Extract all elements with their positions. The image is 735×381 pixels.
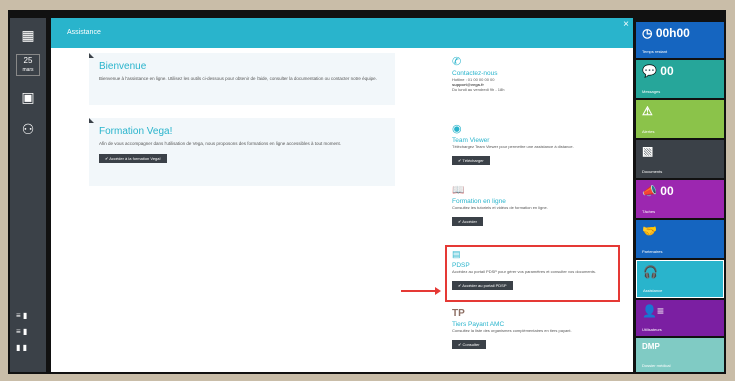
partners-label: Partenaires (642, 249, 663, 254)
alerts-label: Alertes (642, 129, 655, 134)
formation-button-label: Accéder à la formation Vega! (109, 156, 161, 161)
alert-icon: ⚠ (642, 104, 653, 118)
contact-hours: Du lundi au vendredi 9h - 18h (452, 87, 505, 92)
tile-documents[interactable]: ▧ Documents (636, 140, 724, 178)
tiers-payant-button[interactable]: ✔ Consulter (452, 340, 486, 349)
pdsp-highlight-box (445, 245, 620, 302)
online-formation-button[interactable]: ✔ Accéder (452, 217, 483, 226)
tile-users[interactable]: 👤≡ Utilisateurs (636, 300, 724, 336)
tile-alerts[interactable]: ⚠ Alertes (636, 100, 724, 138)
calendar-day: 25 (23, 56, 33, 65)
handshake-icon: 🤝 (642, 224, 657, 238)
formation-title: Formation Vega! (99, 126, 173, 137)
timer-label: Temps restant (642, 49, 668, 54)
tile-partners[interactable]: 🤝 Partenaires (636, 220, 724, 258)
chat-icon: 💬 (642, 64, 657, 78)
assistance-label: Assistance (643, 288, 663, 293)
user-list-icon: 👤≡ (642, 304, 664, 318)
modal-title: Assistance (67, 29, 101, 36)
teamviewer-text: Téléchargez Team Viewer pour permettre u… (452, 144, 574, 149)
online-formation-title: Formation en ligne (452, 198, 506, 205)
right-tiles: ◷ 00h00 Temps restant 💬 00 Messages ⚠ Al… (636, 18, 724, 374)
document-stack-icon: ▧ (642, 144, 654, 158)
list-view-icon[interactable]: ≡ ▮ (16, 310, 40, 322)
tile-messages[interactable]: 💬 00 Messages (636, 60, 724, 98)
tile-tasks[interactable]: 📣 00 Tâches (636, 180, 724, 218)
teamviewer-button[interactable]: ✔ Télécharger (452, 156, 490, 165)
detail-view-icon[interactable]: ≡ ▮ (16, 326, 40, 338)
tiers-payant-logo: TP (452, 308, 465, 319)
tiers-payant-button-label: Consulter (462, 342, 480, 347)
contact-title: Contactez-nous (452, 70, 498, 77)
patient-card-icon[interactable]: ▣ (16, 86, 40, 108)
modal-header: Assistance × (51, 18, 633, 48)
megaphone-icon: 📣 (642, 184, 657, 198)
pointer-arrow (401, 287, 441, 295)
book-icon: 📖 (452, 185, 465, 196)
online-formation-section: 📖 Formation en ligne Consultez les tutor… (452, 185, 612, 228)
clock-icon: ◷ (642, 26, 653, 40)
corner-marker (89, 53, 94, 58)
online-formation-button-label: Accéder (462, 219, 477, 224)
tiers-payant-section: TP Tiers Payant AMC Consultez la liste d… (452, 308, 612, 351)
dmp-value: DMP (642, 342, 660, 351)
calendar-button[interactable]: 25 mars (16, 54, 40, 76)
timer-value: 00h00 (655, 26, 690, 40)
online-formation-text: Consultez les tutoriels et vidéos de for… (452, 205, 548, 210)
tiers-payant-title: Tiers Payant AMC (452, 321, 505, 328)
welcome-title: Bienvenue (99, 61, 147, 72)
teamviewer-title: Team Viewer (452, 137, 490, 144)
formation-card: Formation Vega! Afin de vous accompagner… (89, 118, 395, 186)
messages-label: Messages (642, 89, 661, 94)
contact-section: ✆ Contactez-nous Hotline : 01 00 00 00 0… (452, 55, 612, 92)
documents-label: Documents (642, 169, 663, 174)
close-icon[interactable]: × (623, 10, 629, 40)
tile-assistance[interactable]: 🎧 Assistance (636, 260, 724, 298)
headset-icon: 🎧 (643, 265, 658, 279)
tile-dmp[interactable]: DMP Dossier médical (636, 338, 724, 372)
tasks-label: Tâches (642, 209, 656, 214)
apps-grid-icon[interactable]: ▦ (16, 24, 40, 46)
teamviewer-section: ◉ Team Viewer Téléchargez Team Viewer po… (452, 122, 612, 167)
teamviewer-button-label: Télécharger (462, 158, 484, 163)
dmp-label: Dossier médical (642, 363, 671, 368)
left-sidebar: ▦ 25 mars ▣ ⚇ ≡ ▮ ≡ ▮ ▮ ▮ (10, 18, 46, 372)
welcome-card: Bienvenue Bienvenue à l'assistance en li… (89, 53, 395, 105)
teamviewer-icon: ◉ (452, 123, 462, 135)
corner-marker (89, 118, 94, 123)
users-label: Utilisateurs (642, 327, 662, 332)
formation-button[interactable]: ✔ Accéder à la formation Vega! (99, 154, 167, 163)
tiers-payant-text: Consultez la liste des organismes complé… (452, 328, 572, 333)
messages-value: 00 (660, 64, 674, 78)
formation-text: Afin de vous accompagner dans l'utilisat… (99, 141, 342, 146)
calendar-month: mars (22, 67, 34, 73)
phone-icon: ✆ (452, 56, 462, 68)
welcome-text: Bienvenue à l'assistance en ligne. Utili… (99, 76, 377, 81)
tile-timer[interactable]: ◷ 00h00 Temps restant (636, 22, 724, 58)
group-icon[interactable]: ⚇ (16, 118, 40, 140)
grid-view-icon[interactable]: ▮ ▮ (16, 342, 40, 354)
tasks-value: 00 (660, 184, 674, 198)
